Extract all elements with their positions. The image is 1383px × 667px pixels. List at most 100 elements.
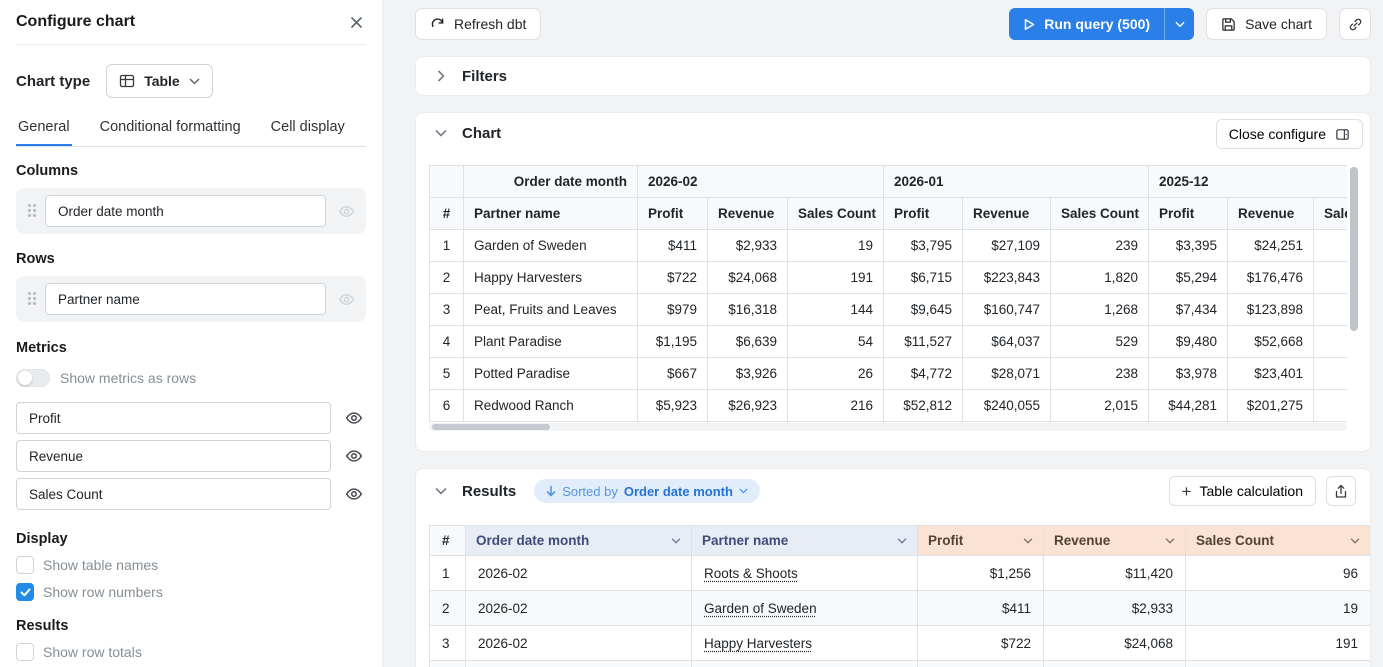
pivot-value-cell: $23,401 <box>1228 358 1314 390</box>
pivot-value-cell: 144 <box>788 294 884 326</box>
refresh-dbt-button[interactable]: Refresh dbt <box>415 8 541 40</box>
run-query-dropdown[interactable] <box>1164 8 1194 40</box>
pivot-value-cell: $24,251 <box>1228 230 1314 262</box>
results-header-profit[interactable]: Profit <box>918 526 1044 556</box>
checkbox-show-table-names[interactable] <box>16 556 34 574</box>
rows-field-input[interactable]: Partner name <box>45 283 326 315</box>
tab-conditional-formatting[interactable]: Conditional formatting <box>98 113 243 146</box>
row-number: 6 <box>430 390 464 422</box>
chart-type-dropdown[interactable]: Table <box>106 64 213 98</box>
empty-cell <box>918 661 1044 667</box>
pivot-value-cell: $9,645 <box>884 294 963 326</box>
eye-icon[interactable] <box>342 406 366 430</box>
columns-heading: Columns <box>16 163 366 179</box>
chart-section: Chart Close configure Order date month20… <box>415 112 1371 452</box>
sales-count-cell: 96 <box>1186 556 1371 591</box>
metrics-as-rows-toggle[interactable] <box>16 369 50 387</box>
toggle-label: Show metrics as rows <box>60 370 196 386</box>
row-number: 3 <box>430 294 464 326</box>
pivot-value-cell: 1,268 <box>1051 294 1149 326</box>
drag-handle-icon[interactable] <box>28 292 37 306</box>
results-row: 22026-02Garden of Sweden$411$2,93319 <box>430 591 1371 626</box>
save-chart-button[interactable]: Save chart <box>1206 8 1327 40</box>
arrow-down-icon <box>546 485 556 497</box>
save-icon <box>1221 17 1236 32</box>
pivot-value-cell: $44,281 <box>1149 390 1228 422</box>
horizontal-scrollbar[interactable] <box>429 423 1347 431</box>
sales-count-cell: 191 <box>1186 626 1371 661</box>
share-link-icon[interactable] <box>1339 8 1371 40</box>
profit-cell: $411 <box>918 591 1044 626</box>
pivot-value-cell <box>1314 294 1348 326</box>
drag-handle-icon[interactable] <box>28 204 37 218</box>
eye-icon[interactable] <box>342 482 366 506</box>
pivot-metric-header: Revenue <box>963 198 1051 230</box>
pivot-row: 4Plant Paradise$1,195$6,63954$11,527$64,… <box>430 326 1348 358</box>
pivot-value-cell <box>1314 262 1348 294</box>
pivot-value-cell: 26 <box>788 358 884 390</box>
chevron-down-icon[interactable] <box>430 480 452 502</box>
pivot-value-cell: $123,898 <box>1228 294 1314 326</box>
chevron-down-icon <box>189 78 200 85</box>
vertical-scrollbar[interactable] <box>1350 167 1358 331</box>
partner-link[interactable]: Garden of Sweden <box>704 601 817 616</box>
table-icon <box>119 73 135 89</box>
results-header-order-date-month[interactable]: Order date month <box>466 526 692 556</box>
pivot-value-cell: $9,480 <box>1149 326 1228 358</box>
checkbox-show-row-totals[interactable] <box>16 643 34 661</box>
pivot-metric-header: Profit <box>884 198 963 230</box>
eye-icon[interactable] <box>334 287 358 311</box>
pivot-value-cell: $201,275 <box>1228 390 1314 422</box>
pivot-value-cell: $1,195 <box>638 326 708 358</box>
columns-field-input[interactable]: Order date month <box>45 195 326 227</box>
partner-link[interactable]: Happy Harvesters <box>704 636 812 651</box>
run-query-button[interactable]: Run query (500) <box>1009 8 1194 40</box>
chevron-right-icon[interactable] <box>430 65 452 87</box>
pivot-value-cell: 191 <box>788 262 884 294</box>
pivot-value-cell: 529 <box>1051 326 1149 358</box>
pivot-value-cell: $11,527 <box>884 326 963 358</box>
revenue-cell: $11,420 <box>1044 556 1186 591</box>
pivot-value-cell: $176,476 <box>1228 262 1314 294</box>
pivot-value-cell: $3,795 <box>884 230 963 262</box>
order-date-month-cell: 2026-02 <box>466 556 692 591</box>
pivot-value-cell: $667 <box>638 358 708 390</box>
chart-title: Chart <box>462 125 501 142</box>
pivot-value-cell: $24,068 <box>708 262 788 294</box>
close-icon[interactable] <box>347 13 366 32</box>
tab-general[interactable]: General <box>16 113 72 146</box>
results-index-header: # <box>430 526 466 556</box>
results-header-partner-name[interactable]: Partner name <box>692 526 918 556</box>
pivot-metric-header: Profit <box>638 198 708 230</box>
results-header-revenue[interactable]: Revenue <box>1044 526 1186 556</box>
chevron-down-icon[interactable] <box>430 122 452 144</box>
eye-icon[interactable] <box>334 199 358 223</box>
results-table: #Order date monthPartner nameProfitReven… <box>429 525 1370 667</box>
pivot-value-cell: $5,923 <box>638 390 708 422</box>
export-icon[interactable] <box>1326 476 1356 506</box>
chevron-down-icon <box>739 488 748 494</box>
pivot-row: 2Happy Harvesters$722$24,068191$6,715$22… <box>430 262 1348 294</box>
row-number: 1 <box>430 556 466 591</box>
chevron-down-icon <box>1023 538 1033 544</box>
close-configure-button[interactable]: Close configure <box>1216 119 1363 149</box>
results-header-sales-count[interactable]: Sales Count <box>1186 526 1371 556</box>
pivot-row: 3Peat, Fruits and Leaves$979$16,318144$9… <box>430 294 1348 326</box>
metrics-heading: Metrics <box>16 340 366 356</box>
table-calculation-button[interactable]: + Table calculation <box>1169 476 1316 506</box>
eye-icon[interactable] <box>342 444 366 468</box>
metric-input-sales-count[interactable]: Sales Count <box>16 478 331 510</box>
sorted-by-pill[interactable]: Sorted by Order date month <box>534 479 760 503</box>
checkbox-show-row-numbers[interactable] <box>16 583 34 601</box>
pivot-month-header: 2026-02 <box>638 166 884 198</box>
pivot-value-cell: 1,820 <box>1051 262 1149 294</box>
scrollbar-thumb[interactable] <box>432 424 550 430</box>
pivot-value-cell: $979 <box>638 294 708 326</box>
pivot-metric-header: Profit <box>1149 198 1228 230</box>
tab-cell-display[interactable]: Cell display <box>269 113 347 146</box>
order-date-month-cell: 2026-02 <box>466 626 692 661</box>
partner-link[interactable]: Roots & Shoots <box>704 566 798 581</box>
metric-input-revenue[interactable]: Revenue <box>16 440 331 472</box>
metric-input-profit[interactable]: Profit <box>16 402 331 434</box>
partner-name-cell: Peat, Fruits and Leaves <box>464 294 638 326</box>
